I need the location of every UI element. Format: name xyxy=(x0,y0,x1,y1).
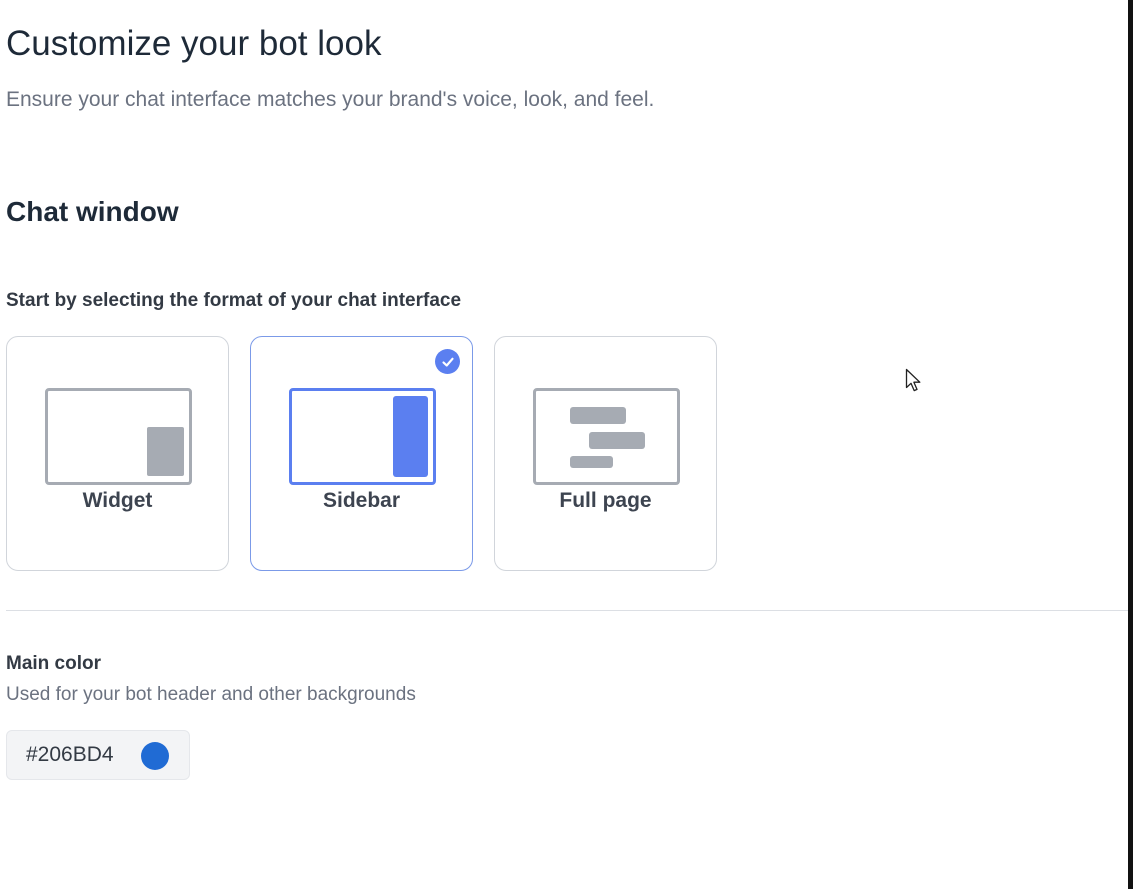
customize-bot-page: Customize your bot look Ensure your chat… xyxy=(0,0,1130,889)
section-divider xyxy=(6,610,1130,611)
checkmark-icon xyxy=(435,349,460,374)
window-edge xyxy=(1128,0,1133,889)
widget-bubble-shape xyxy=(147,427,184,476)
color-swatch[interactable] xyxy=(141,742,169,770)
main-color-input[interactable] xyxy=(26,742,122,768)
message-bar-shape xyxy=(570,456,613,468)
message-bar-shape xyxy=(589,432,645,449)
main-color-label: Main color xyxy=(6,653,102,674)
main-color-help: Used for your bot header and other backg… xyxy=(6,684,416,705)
message-bar-shape xyxy=(570,407,626,424)
format-card-label: Sidebar xyxy=(322,489,401,512)
page-subtitle: Ensure your chat interface matches your … xyxy=(6,88,655,111)
chat-window-heading: Chat window xyxy=(6,196,179,227)
format-card-widget[interactable]: Widget xyxy=(6,336,229,571)
sidebar-panel-shape xyxy=(393,396,428,477)
page-title: Customize your bot look xyxy=(6,24,382,63)
format-card-label: Widget xyxy=(82,489,153,512)
mouse-pointer-icon xyxy=(905,368,921,392)
format-prompt: Start by selecting the format of your ch… xyxy=(6,290,462,311)
format-card-sidebar[interactable]: Sidebar xyxy=(250,336,473,571)
main-color-field xyxy=(6,730,190,780)
format-card-full-page[interactable]: Full page xyxy=(494,336,717,571)
sidebar-layout-icon xyxy=(289,388,436,485)
widget-layout-icon xyxy=(45,388,192,485)
full-page-layout-icon xyxy=(533,388,680,485)
format-card-label: Full page xyxy=(559,489,652,512)
